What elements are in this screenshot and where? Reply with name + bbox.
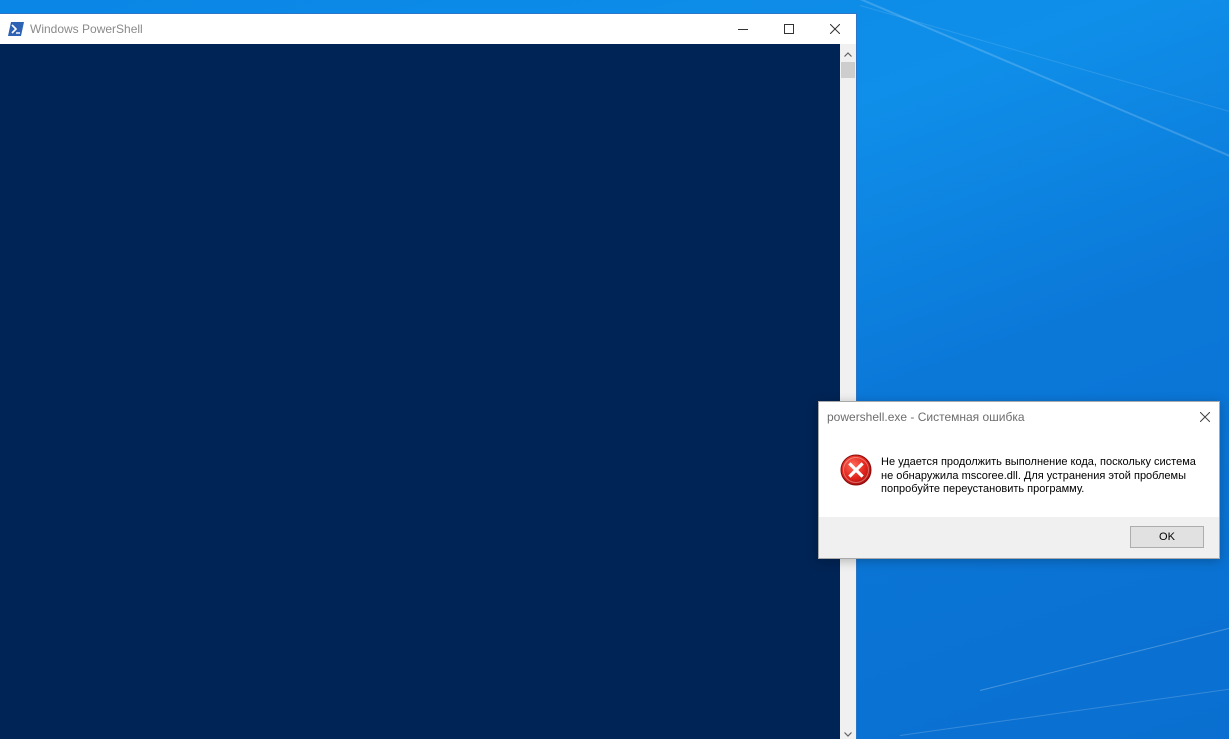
powershell-icon bbox=[8, 22, 24, 36]
scroll-down-button[interactable] bbox=[840, 726, 856, 739]
chevron-up-icon bbox=[844, 51, 852, 57]
error-dialog: powershell.exe - Системная ошибка Не уда… bbox=[818, 401, 1220, 559]
scrollbar-thumb[interactable] bbox=[841, 62, 855, 78]
vertical-scrollbar[interactable] bbox=[840, 44, 856, 739]
scroll-up-button[interactable] bbox=[840, 46, 856, 62]
powershell-window: Windows PowerShell bbox=[0, 13, 857, 739]
powershell-window-title: Windows PowerShell bbox=[30, 22, 143, 36]
dialog-title: powershell.exe - Системная ошибка bbox=[827, 410, 1025, 424]
minimize-icon bbox=[738, 29, 748, 30]
maximize-button[interactable] bbox=[766, 14, 812, 44]
close-icon bbox=[1200, 412, 1210, 422]
wallpaper-light-ray bbox=[859, 0, 1229, 165]
close-icon bbox=[830, 24, 840, 34]
dialog-button-area: OK bbox=[819, 517, 1219, 558]
wallpaper-light-ray bbox=[899, 687, 1229, 736]
wallpaper-light-ray bbox=[979, 617, 1229, 691]
minimize-button[interactable] bbox=[720, 14, 766, 44]
desktop: Windows PowerShell powershell.exe - Сист… bbox=[0, 0, 1229, 739]
error-icon bbox=[840, 454, 872, 486]
powershell-console[interactable] bbox=[0, 44, 840, 739]
powershell-title-bar[interactable]: Windows PowerShell bbox=[0, 14, 856, 44]
chevron-down-icon bbox=[844, 731, 852, 737]
close-button[interactable] bbox=[812, 14, 858, 44]
ok-button[interactable]: OK bbox=[1130, 526, 1204, 548]
dialog-close-button[interactable] bbox=[1193, 405, 1217, 429]
maximize-icon bbox=[784, 24, 794, 34]
dialog-message: Не удается продолжить выполнение кода, п… bbox=[881, 456, 1196, 495]
